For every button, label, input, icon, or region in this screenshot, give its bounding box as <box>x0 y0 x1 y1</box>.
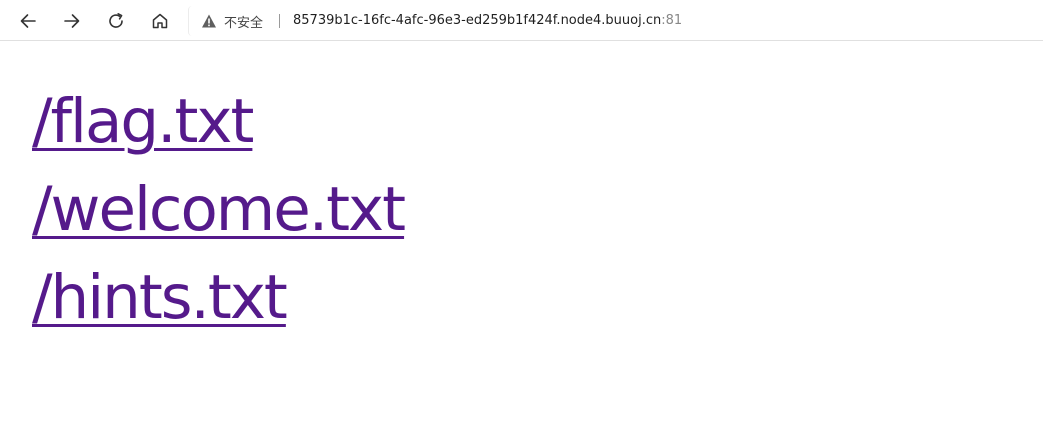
security-label: 不安全 <box>224 15 264 31</box>
link-welcome-txt[interactable]: /welcome.txt <box>32 166 406 254</box>
arrow-right-icon <box>64 14 80 28</box>
page-content: /flag.txt /welcome.txt /hints.txt <box>32 78 406 342</box>
forward-button[interactable] <box>59 8 85 34</box>
security-indicator[interactable]: 不安全 <box>201 12 264 31</box>
address-separator <box>279 14 280 28</box>
home-icon <box>152 13 168 29</box>
link-hints-txt[interactable]: /hints.txt <box>32 254 404 342</box>
browser-toolbar: 不安全 85739b1c-16fc-4afc-96e3-ed259b1f424f… <box>0 0 1043 41</box>
arrow-left-icon <box>20 14 36 28</box>
url-text[interactable]: 85739b1c-16fc-4afc-96e3-ed259b1f424f.nod… <box>293 12 682 30</box>
url-host: 85739b1c-16fc-4afc-96e3-ed259b1f424f.nod… <box>293 13 662 28</box>
back-button[interactable] <box>15 8 41 34</box>
home-button[interactable] <box>147 8 173 34</box>
link-flag-txt[interactable]: /flag.txt <box>32 78 404 166</box>
reload-icon <box>109 13 123 28</box>
url-port: :81 <box>661 13 683 28</box>
reload-button[interactable] <box>103 8 129 34</box>
warning-triangle-icon <box>202 14 216 28</box>
address-bar[interactable]: 不安全 85739b1c-16fc-4afc-96e3-ed259b1f424f… <box>188 6 1043 36</box>
